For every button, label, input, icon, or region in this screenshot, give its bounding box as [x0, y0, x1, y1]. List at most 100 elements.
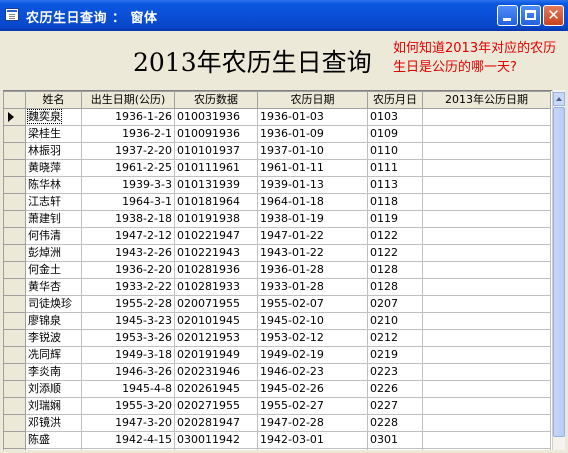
cell-lunar-month-day[interactable]: 0119: [367, 210, 423, 228]
column-header-birth-date[interactable]: 出生日期(公历): [81, 91, 175, 109]
column-header-lunar-data[interactable]: 农历数据: [174, 91, 258, 109]
cell-lunar-data[interactable]: 020071955: [174, 295, 258, 313]
cell-birth-date[interactable]: 1946-3-26: [81, 363, 175, 381]
cell-name[interactable]: 何金土: [25, 261, 82, 279]
cell-2013-date[interactable]: [422, 125, 551, 143]
cell-lunar-month-day[interactable]: 0110: [367, 142, 423, 160]
cell-lunar-date[interactable]: 1945-02-26: [257, 380, 368, 398]
table-row[interactable]: 廖锦泉 1945-3-23 020101945 1945-02-10 0210: [3, 312, 551, 330]
cell-lunar-data[interactable]: 020281947: [174, 414, 258, 432]
cell-birth-date[interactable]: 1942-4-15: [81, 431, 175, 449]
cell-birth-date[interactable]: 1955-3-25: [81, 448, 175, 450]
cell-birth-date[interactable]: 1964-3-1: [81, 193, 175, 211]
record-selector[interactable]: [3, 176, 26, 194]
record-selector[interactable]: [3, 227, 26, 245]
cell-lunar-date[interactable]: 1964-01-18: [257, 193, 368, 211]
table-row[interactable]: 刘瑞娴 1955-3-20 020271955 1955-02-27 0227: [3, 397, 551, 415]
record-selector[interactable]: [3, 448, 26, 450]
cell-lunar-data[interactable]: 030021955: [174, 448, 258, 450]
cell-lunar-month-day[interactable]: 0109: [367, 125, 423, 143]
cell-lunar-month-day[interactable]: 0219: [367, 346, 423, 364]
cell-birth-date[interactable]: 1953-3-26: [81, 329, 175, 347]
record-selector[interactable]: [3, 278, 26, 296]
record-selector[interactable]: [3, 363, 26, 381]
cell-lunar-date[interactable]: 1937-01-10: [257, 142, 368, 160]
cell-lunar-date[interactable]: 1936-01-03: [257, 108, 368, 126]
cell-lunar-month-day[interactable]: 0122: [367, 227, 423, 245]
cell-2013-date[interactable]: [422, 227, 551, 245]
table-row[interactable]: 李锐波 1953-3-26 020121953 1953-02-12 0212: [3, 329, 551, 347]
cell-lunar-data[interactable]: 010091936: [174, 125, 258, 143]
cell-lunar-date[interactable]: 1939-01-13: [257, 176, 368, 194]
title-bar[interactable]: 农历生日查询 ： 窗体 ✕: [0, 0, 568, 31]
cell-2013-date[interactable]: [422, 193, 551, 211]
table-row[interactable]: 李炎南 1946-3-26 020231946 1946-02-23 0223: [3, 363, 551, 381]
cell-birth-date[interactable]: 1955-2-28: [81, 295, 175, 313]
table-row[interactable]: 林振羽 1937-2-20 010101937 1937-01-10 0110: [3, 142, 551, 160]
cell-name[interactable]: 魏奕泉: [25, 108, 82, 126]
table-row[interactable]: 司徒焕珍 1955-2-28 020071955 1955-02-07 0207: [3, 295, 551, 313]
table-row[interactable]: 黄华杏 1933-2-22 010281933 1933-01-28 0128: [3, 278, 551, 296]
cell-2013-date[interactable]: [422, 380, 551, 398]
cell-lunar-date[interactable]: 1955-02-27: [257, 397, 368, 415]
cell-lunar-data[interactable]: 020261945: [174, 380, 258, 398]
cell-2013-date[interactable]: [422, 346, 551, 364]
cell-lunar-month-day[interactable]: 0128: [367, 261, 423, 279]
cell-2013-date[interactable]: [422, 244, 551, 262]
record-selector[interactable]: [3, 108, 26, 126]
cell-lunar-month-day[interactable]: 0210: [367, 312, 423, 330]
record-selector[interactable]: [3, 346, 26, 364]
cell-name[interactable]: 司徒焕珍: [25, 295, 82, 313]
cell-lunar-data[interactable]: 020121953: [174, 329, 258, 347]
cell-lunar-data[interactable]: 010281933: [174, 278, 258, 296]
cell-birth-date[interactable]: 1949-3-18: [81, 346, 175, 364]
record-selector[interactable]: [3, 193, 26, 211]
cell-lunar-month-day[interactable]: 0118: [367, 193, 423, 211]
table-row[interactable]: 魏奕泉 1936-1-26 010031936 1936-01-03 0103: [3, 108, 551, 126]
cell-birth-date[interactable]: 1955-3-20: [81, 397, 175, 415]
cell-lunar-data[interactable]: 010281936: [174, 261, 258, 279]
table-row[interactable]: 刘添顺 1945-4-8 020261945 1945-02-26 0226: [3, 380, 551, 398]
record-selector[interactable]: [3, 261, 26, 279]
cell-birth-date[interactable]: 1947-2-12: [81, 227, 175, 245]
maximize-button[interactable]: [520, 5, 541, 26]
cell-2013-date[interactable]: [422, 142, 551, 160]
cell-lunar-month-day[interactable]: 0228: [367, 414, 423, 432]
cell-lunar-month-day[interactable]: 0113: [367, 176, 423, 194]
cell-name[interactable]: 梁桂生: [25, 125, 82, 143]
cell-2013-date[interactable]: [422, 295, 551, 313]
cell-name[interactable]: 刘瑞娴: [25, 397, 82, 415]
cell-name[interactable]: 陈盛: [25, 431, 82, 449]
record-selector[interactable]: [3, 397, 26, 415]
cell-lunar-data[interactable]: 010031936: [174, 108, 258, 126]
table-row[interactable]: 刘丽娜1955-3-250300219551955-03-020302: [3, 448, 551, 450]
cell-lunar-month-day[interactable]: 0111: [367, 159, 423, 177]
record-selector[interactable]: [3, 431, 26, 449]
table-row[interactable]: 邓镜洪 1947-3-20 020281947 1947-02-28 0228: [3, 414, 551, 432]
cell-2013-date[interactable]: [422, 363, 551, 381]
record-selector[interactable]: [3, 312, 26, 330]
cell-lunar-month-day[interactable]: 0128: [367, 278, 423, 296]
cell-lunar-date[interactable]: 1955-03-02: [257, 448, 368, 450]
cell-name[interactable]: 冼同辉: [25, 346, 82, 364]
cell-name[interactable]: 江志轩: [25, 193, 82, 211]
minimize-button[interactable]: [497, 5, 518, 26]
cell-lunar-month-day[interactable]: 0302: [367, 448, 423, 450]
cell-name[interactable]: 邓镜洪: [25, 414, 82, 432]
cell-lunar-date[interactable]: 1961-01-11: [257, 159, 368, 177]
cell-name[interactable]: 李炎南: [25, 363, 82, 381]
cell-lunar-month-day[interactable]: 0103: [367, 108, 423, 126]
record-selector[interactable]: [3, 159, 26, 177]
cell-lunar-date[interactable]: 1936-01-28: [257, 261, 368, 279]
cell-lunar-month-day[interactable]: 0226: [367, 380, 423, 398]
vertical-scrollbar[interactable]: [552, 90, 565, 450]
cell-2013-date[interactable]: [422, 176, 551, 194]
column-header-name[interactable]: 姓名: [25, 91, 82, 109]
table-row[interactable]: 黄晓萍 1961-2-25 010111961 1961-01-11 0111: [3, 159, 551, 177]
record-selector[interactable]: [3, 329, 26, 347]
cell-name[interactable]: 李锐波: [25, 329, 82, 347]
cell-name[interactable]: 陈华林: [25, 176, 82, 194]
table-row[interactable]: 何伟清 1947-2-12 010221947 1947-01-22 0122: [3, 227, 551, 245]
cell-lunar-date[interactable]: 1933-01-28: [257, 278, 368, 296]
record-selector[interactable]: [3, 244, 26, 262]
